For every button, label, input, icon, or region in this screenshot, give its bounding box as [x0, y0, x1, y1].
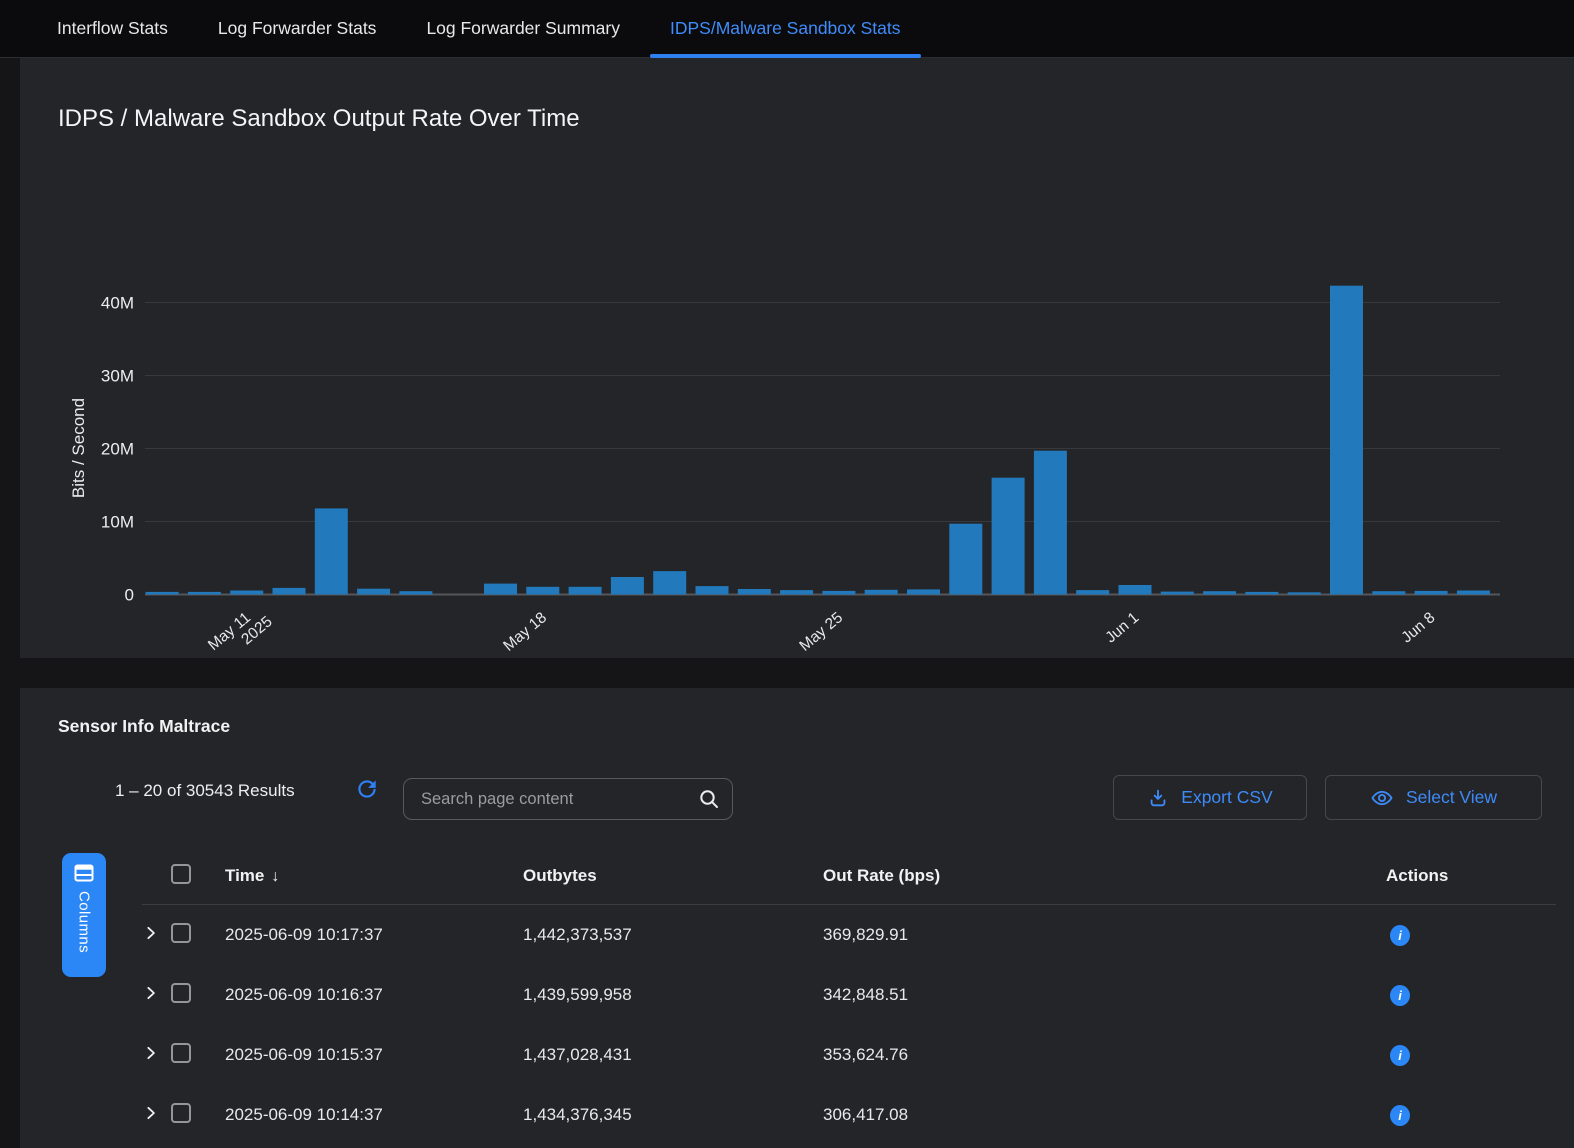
column-header-out-rate[interactable]: Out Rate (bps) [823, 866, 1386, 886]
svg-text:Jun 8: Jun 8 [1398, 609, 1438, 646]
svg-text:30M: 30M [101, 367, 134, 386]
columns-button-label: Columns [76, 891, 93, 953]
svg-text:May 18: May 18 [500, 609, 550, 655]
chevron-right-icon [142, 1104, 160, 1122]
svg-text:0: 0 [125, 586, 134, 605]
cell-outbytes: 1,442,373,537 [523, 925, 823, 945]
select-all-checkbox[interactable] [171, 864, 191, 884]
svg-text:20M: 20M [101, 440, 134, 459]
export-csv-label: Export CSV [1181, 787, 1272, 808]
search-box [403, 778, 733, 820]
tab-bar: Interflow Stats Log Forwarder Stats Log … [0, 0, 1574, 58]
column-header-actions: Actions [1386, 866, 1556, 886]
data-table: Time ↓ Outbytes Out Rate (bps) Actions 20… [142, 848, 1556, 1148]
select-view-button[interactable]: Select View [1325, 775, 1542, 820]
tab-log-forwarder-summary[interactable]: Log Forwarder Summary [406, 0, 640, 57]
svg-text:May 25: May 25 [796, 609, 846, 655]
search-icon[interactable] [698, 788, 720, 810]
cell-outbytes: 1,439,599,958 [523, 985, 823, 1005]
svg-text:Jun 1: Jun 1 [1102, 609, 1142, 646]
tab-interflow-stats[interactable]: Interflow Stats [37, 0, 188, 57]
chevron-right-icon [142, 984, 160, 1002]
svg-text:40M: 40M [101, 294, 134, 313]
cell-outbytes: 1,437,028,431 [523, 1045, 823, 1065]
expand-row-button[interactable] [142, 1104, 160, 1122]
cell-time: 2025-06-09 10:16:37 [225, 985, 523, 1005]
info-icon[interactable]: i [1390, 925, 1410, 946]
column-header-outbytes[interactable]: Outbytes [523, 866, 823, 886]
tab-log-forwarder-stats[interactable]: Log Forwarder Stats [198, 0, 397, 57]
info-icon[interactable]: i [1390, 1105, 1410, 1126]
download-icon [1147, 787, 1169, 809]
export-csv-button[interactable]: Export CSV [1113, 775, 1307, 820]
time-header-label: Time [225, 866, 264, 885]
table-row: 2025-06-09 10:15:37 1,437,028,431 353,62… [142, 1025, 1556, 1085]
svg-text:May 112025: May 112025 [205, 600, 276, 667]
chart-title: IDPS / Malware Sandbox Output Rate Over … [58, 105, 580, 133]
cell-out-rate: 353,624.76 [823, 1045, 1386, 1065]
cell-out-rate: 369,829.91 [823, 925, 1386, 945]
svg-text:Bits / Second: Bits / Second [69, 398, 88, 498]
table-row: 2025-06-09 10:14:37 1,434,376,345 306,41… [142, 1085, 1556, 1145]
table-columns-icon [74, 864, 94, 882]
refresh-button[interactable] [354, 776, 382, 804]
eye-icon [1370, 786, 1394, 810]
expand-row-button[interactable] [142, 1044, 160, 1062]
cell-out-rate: 306,417.08 [823, 1105, 1386, 1125]
output-rate-bar-chart: 0 10M 20M 30M 40M Bits / Second May 112025 May … [68, 208, 1508, 683]
table-row: 2025-06-09 10:17:37 1,442,373,537 369,82… [142, 905, 1556, 965]
cell-outbytes: 1,434,376,345 [523, 1105, 823, 1125]
cell-out-rate: 342,848.51 [823, 985, 1386, 1005]
section-heading: Sensor Info Maltrace [58, 716, 230, 737]
refresh-icon [354, 776, 380, 802]
row-checkbox[interactable] [171, 923, 191, 943]
row-checkbox[interactable] [171, 1043, 191, 1063]
column-header-time[interactable]: Time ↓ [225, 866, 523, 886]
table-body: 2025-06-09 10:17:37 1,442,373,537 369,82… [142, 905, 1556, 1145]
table-header-row: Time ↓ Outbytes Out Rate (bps) Actions [142, 848, 1556, 905]
info-icon[interactable]: i [1390, 985, 1410, 1006]
chevron-right-icon [142, 924, 160, 942]
expand-row-button[interactable] [142, 984, 160, 1002]
info-icon[interactable]: i [1390, 1045, 1410, 1066]
chevron-right-icon [142, 1044, 160, 1062]
tab-idps-malware-sandbox-stats[interactable]: IDPS/Malware Sandbox Stats [650, 0, 921, 57]
row-checkbox[interactable] [171, 983, 191, 1003]
cell-time: 2025-06-09 10:15:37 [225, 1045, 523, 1065]
svg-text:10M: 10M [101, 513, 134, 532]
expand-row-button[interactable] [142, 924, 160, 942]
cell-time: 2025-06-09 10:14:37 [225, 1105, 523, 1125]
select-view-label: Select View [1406, 787, 1497, 808]
table-panel: Sensor Info Maltrace 1 – 20 of 30543 Res… [20, 688, 1574, 1148]
columns-button[interactable]: Columns [62, 853, 106, 977]
table-row: 2025-06-09 10:16:37 1,439,599,958 342,84… [142, 965, 1556, 1025]
chart-panel: IDPS / Malware Sandbox Output Rate Over … [20, 58, 1574, 658]
cell-time: 2025-06-09 10:17:37 [225, 925, 523, 945]
search-input[interactable] [403, 778, 733, 820]
sort-descending-icon[interactable]: ↓ [271, 868, 279, 885]
row-checkbox[interactable] [171, 1103, 191, 1123]
results-count: 1 – 20 of 30543 Results [115, 778, 295, 804]
